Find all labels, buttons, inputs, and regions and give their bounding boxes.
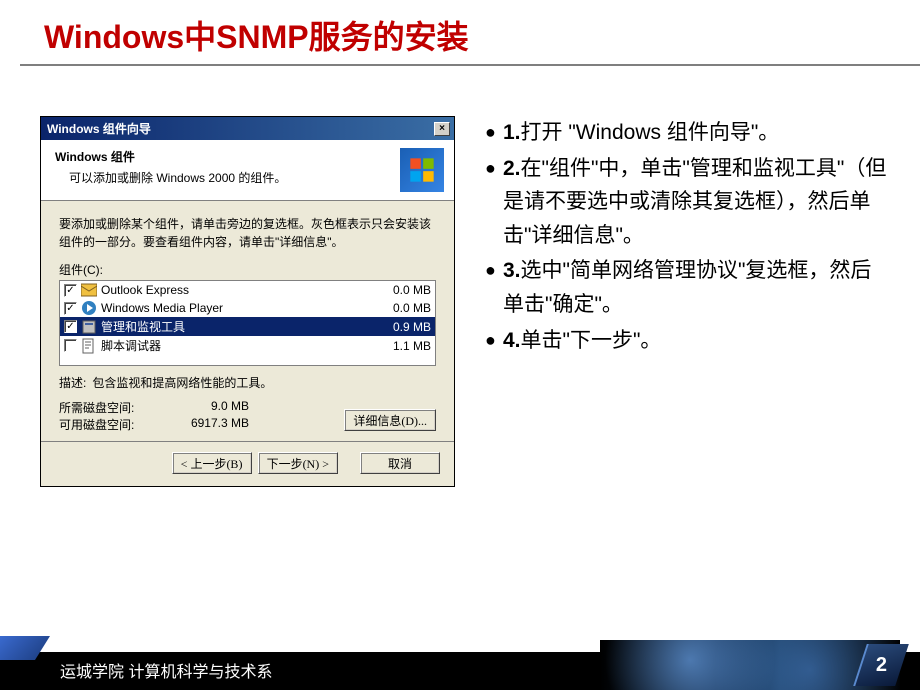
next-button[interactable]: 下一步(N) > xyxy=(258,452,338,474)
step-3: ● 3.选中"简单网络管理协议"复选框，然后单击"确定"。 xyxy=(485,254,890,321)
app-icon xyxy=(81,282,97,298)
step-4: ● 4.单击"下一步"。 xyxy=(485,324,890,358)
bullet-icon: ● xyxy=(485,116,503,150)
component-name: Windows Media Player xyxy=(101,301,389,315)
component-name: 管理和监视工具 xyxy=(101,318,389,335)
description-label: 描述: xyxy=(59,374,86,391)
app-icon xyxy=(81,338,97,354)
component-list[interactable]: ✓ Outlook Express 0.0 MB ✓ Windows Media… xyxy=(59,280,436,366)
component-name: 脚本调试器 xyxy=(101,337,389,354)
component-size: 0.0 MB xyxy=(393,283,431,297)
cancel-button[interactable]: 取消 xyxy=(360,452,440,474)
step-2: ● 2.在"组件"中，单击"管理和监视工具"（但是请不要选中或清除其复选框），然… xyxy=(485,152,890,253)
space-available-label: 可用磁盘空间: xyxy=(59,416,159,433)
slide-footer: 运城学院 计算机科学与技术系 2 xyxy=(0,640,920,690)
app-icon xyxy=(81,300,97,316)
wizard-body: 要添加或删除某个组件，请单击旁边的复选框。灰色框表示只会安装该组件的一部分。要查… xyxy=(41,201,454,441)
footer-org: 运城学院 计算机科学与技术系 xyxy=(60,658,272,682)
checkbox-icon[interactable]: ✓ xyxy=(64,284,77,297)
component-name: Outlook Express xyxy=(101,283,389,297)
details-button[interactable]: 详细信息(D)... xyxy=(344,409,436,431)
checkbox-icon[interactable]: ✓ xyxy=(64,320,77,333)
description-text: 包含监视和提高网络性能的工具。 xyxy=(92,374,436,391)
space-required-value: 9.0 MB xyxy=(159,399,249,416)
content-area: Windows 组件向导 × Windows 组件 可以添加或删除 Window… xyxy=(0,66,920,487)
wizard-header: Windows 组件 可以添加或删除 Windows 2000 的组件。 xyxy=(41,140,454,201)
app-icon xyxy=(81,319,97,335)
component-row[interactable]: 脚本调试器 1.1 MB xyxy=(60,336,435,355)
bullet-icon: ● xyxy=(485,254,503,321)
step-1: ● 1.打开 "Windows 组件向导"。 xyxy=(485,116,890,150)
slide-title: Windows中SNMP服务的安装 xyxy=(0,0,920,64)
bullet-icon: ● xyxy=(485,324,503,358)
close-icon[interactable]: × xyxy=(434,122,450,136)
component-row[interactable]: ✓ Windows Media Player 0.0 MB xyxy=(60,299,435,317)
checkbox-icon[interactable] xyxy=(64,339,77,352)
component-row[interactable]: ✓ Outlook Express 0.0 MB xyxy=(60,281,435,299)
wizard-instruction: 要添加或删除某个组件，请单击旁边的复选框。灰色框表示只会安装该组件的一部分。要查… xyxy=(59,215,436,251)
instructions: ● 1.打开 "Windows 组件向导"。 ● 2.在"组件"中，单击"管理和… xyxy=(455,116,890,487)
windows-logo-icon xyxy=(400,148,444,192)
component-size: 0.0 MB xyxy=(393,301,431,315)
wizard-window: Windows 组件向导 × Windows 组件 可以添加或删除 Window… xyxy=(40,116,455,487)
component-size: 1.1 MB xyxy=(393,339,431,353)
wizard-window-title: Windows 组件向导 xyxy=(47,120,434,137)
back-button[interactable]: < 上一步(B) xyxy=(172,452,252,474)
component-size: 0.9 MB xyxy=(393,320,431,334)
space-required-label: 所需磁盘空间: xyxy=(59,399,159,416)
space-available-value: 6917.3 MB xyxy=(159,416,249,433)
page-number: 2 xyxy=(876,654,887,677)
checkbox-icon[interactable]: ✓ xyxy=(64,302,77,315)
component-row-selected[interactable]: ✓ 管理和监视工具 0.9 MB xyxy=(60,317,435,336)
wizard-header-subtitle: 可以添加或删除 Windows 2000 的组件。 xyxy=(55,169,400,186)
component-list-label: 组件(C): xyxy=(59,261,436,278)
wizard-footer: < 上一步(B) 下一步(N) > 取消 xyxy=(41,441,454,486)
wizard-header-title: Windows 组件 xyxy=(55,148,400,165)
bullet-icon: ● xyxy=(485,152,503,253)
wizard-titlebar: Windows 组件向导 × xyxy=(41,117,454,140)
